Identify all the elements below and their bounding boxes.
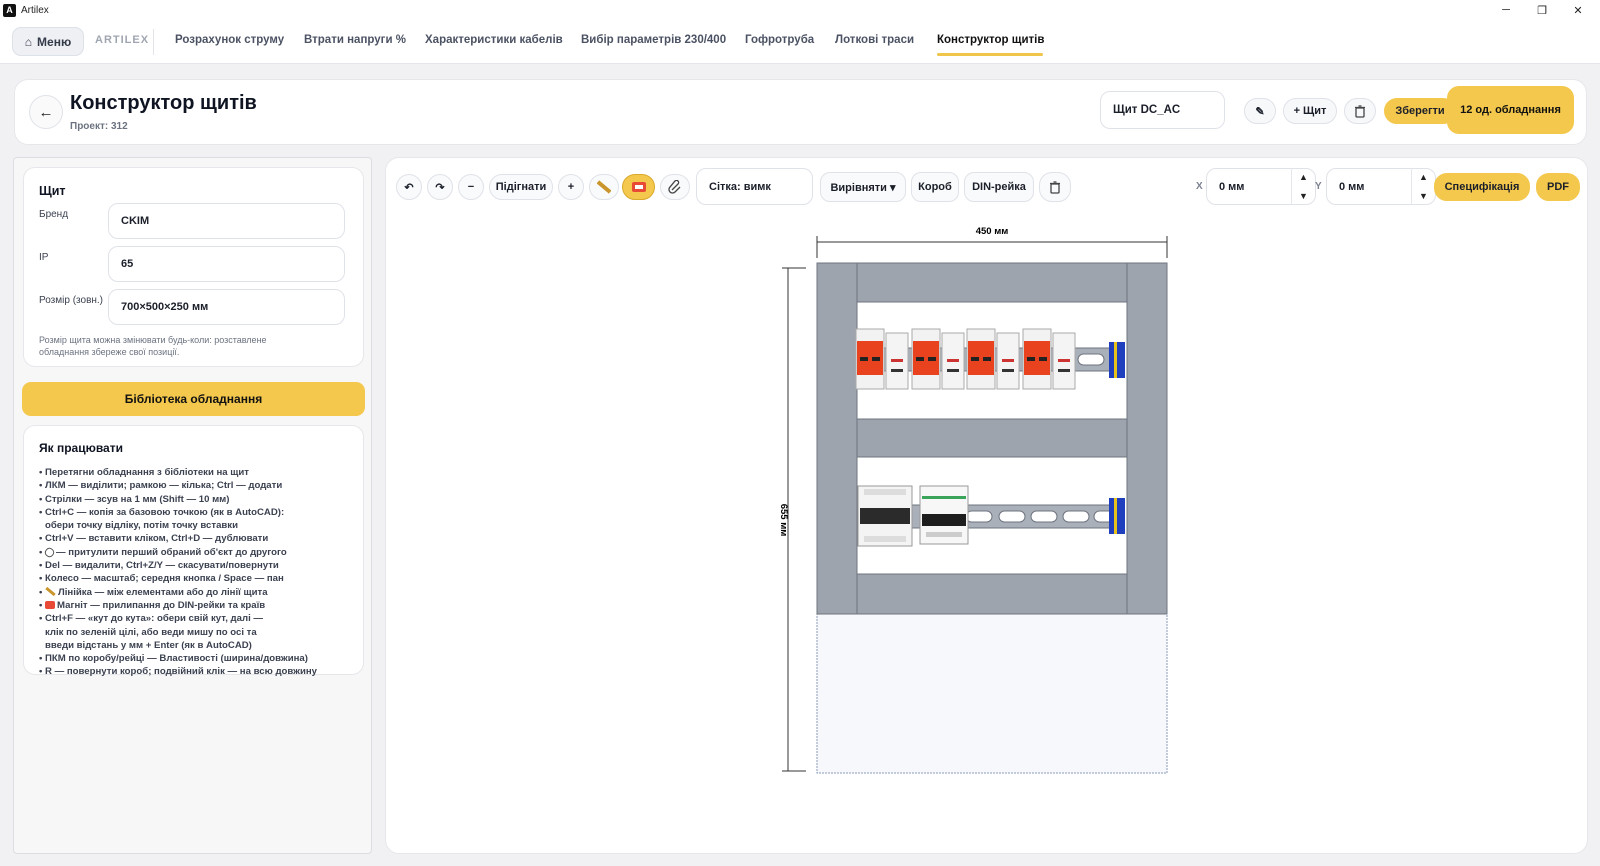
menu-button[interactable]: ⌂ Меню xyxy=(12,27,84,56)
size-hint-line: Розмір щита можна змінювати будь-коли: р… xyxy=(39,335,267,345)
spd-group-2[interactable] xyxy=(911,328,965,390)
equipment-library-button[interactable]: Бібліотека обладнання xyxy=(22,382,365,416)
panel-properties-card: Щит Бренд CKIM IP 65 Розмір (зовн.) 700×… xyxy=(23,167,364,367)
tab-panel-builder[interactable]: Конструктор щитів xyxy=(937,34,1044,46)
width-dimension-label: 450 мм xyxy=(976,226,1009,237)
tab-cable-characteristics[interactable]: Характеристики кабелів xyxy=(425,34,563,46)
help-line-text: Лінійка — між елементами або до лінії щи… xyxy=(58,586,268,598)
duct-left[interactable] xyxy=(816,262,858,615)
tab-voltage-drop[interactable]: Втрати напруги % xyxy=(304,34,406,46)
size-field[interactable]: 700×500×250 мм xyxy=(108,289,345,325)
back-button[interactable]: ← xyxy=(29,95,63,129)
help-line-text: — притулити перший обраний об'єкт до дру… xyxy=(56,546,287,558)
panel-name-field[interactable]: Щит DC_AC xyxy=(1100,91,1225,129)
help-line: • ПКМ по коробу/рейці — Властивості (шир… xyxy=(39,653,308,665)
save-button[interactable]: Зберегти xyxy=(1384,98,1456,124)
spd-group-4[interactable] xyxy=(1022,328,1076,390)
page-title: Конструктор щитів xyxy=(70,92,257,114)
help-line: • Ctrl+F — «кут до кута»: обери свій кут… xyxy=(39,613,264,625)
help-line-attach: • — притулити перший обраний об'єкт до д… xyxy=(39,545,287,559)
page-header: ← Конструктор щитів Проект: 312 Щит DC_A… xyxy=(14,79,1587,145)
panel-drawing[interactable]: 450 мм 655 мм xyxy=(386,158,1589,855)
active-tab-indicator xyxy=(937,53,1043,56)
tab-current-calculation[interactable]: Розрахунок струму xyxy=(175,34,284,46)
delete-panel-button[interactable] xyxy=(1344,98,1376,124)
spd-group-1[interactable] xyxy=(855,328,909,390)
size-hint: Розмір щита можна змінювати будь-коли: р… xyxy=(39,334,339,358)
help-line: • R — повернути короб; подвійний клік — … xyxy=(39,666,317,678)
mcb-4p[interactable] xyxy=(919,485,969,545)
help-line: • Перетягни обладнання з бібліотеки на щ… xyxy=(39,467,250,478)
menu-label: Меню xyxy=(37,34,72,49)
help-line: • Ctrl+C — копія за базовою точкою (як в… xyxy=(39,506,285,518)
panel-card-title: Щит xyxy=(39,184,66,198)
brand-field[interactable]: CKIM xyxy=(108,203,345,239)
tab-parameters-230-400[interactable]: Вибір параметрів 230/400 xyxy=(581,34,726,46)
brand-label: Бренд xyxy=(39,209,69,220)
height-dimension-label: 655 мм xyxy=(778,504,789,537)
duct-bottom[interactable] xyxy=(856,573,1128,615)
duct-right[interactable] xyxy=(1126,262,1168,615)
nav-divider xyxy=(153,29,154,55)
help-line: • Стрілки — зсув на 1 мм (Shift — 10 мм) xyxy=(39,493,230,505)
help-line: • Del — видалити, Ctrl+Z/Y — скасувати/п… xyxy=(39,560,279,572)
spd-group-3[interactable] xyxy=(966,328,1020,390)
equipment-count-button[interactable]: 12 од. обладнання xyxy=(1447,86,1574,134)
width-dimension xyxy=(816,236,1168,258)
attach-icon xyxy=(43,545,56,559)
help-line-text: Магніт — прилипання до DIN-рейки та краї… xyxy=(57,599,266,611)
help-list: • Перетягни обладнання з бібліотеки на щ… xyxy=(39,466,359,679)
panel-workspace[interactable]: ↶ ↷ − Підігнати + Сітка: вимк Вирівняти … xyxy=(385,157,1588,854)
help-card: Як працювати • Перетягни обладнання з бі… xyxy=(23,425,364,677)
help-line-magnet: • Магніт — прилипання до DIN-рейки та кр… xyxy=(39,599,266,611)
app-logo-icon: A xyxy=(3,3,16,17)
duct-top[interactable] xyxy=(856,262,1128,303)
minimize-button[interactable]: ─ xyxy=(1489,0,1523,20)
ruler-icon xyxy=(45,586,56,596)
help-line: клік по зеленій цілі, або веди мишу по о… xyxy=(45,626,257,638)
help-line: • Ctrl+V — вставити кліком, Ctrl+D — дуб… xyxy=(39,533,269,545)
ip-label: IP xyxy=(39,252,49,263)
size-label: Розмір (зовн.) xyxy=(39,295,104,306)
ip-field[interactable]: 65 xyxy=(108,246,345,282)
rcbo-4p[interactable] xyxy=(857,485,913,547)
left-sidebar: Щит Бренд CKIM IP 65 Розмір (зовн.) 700×… xyxy=(13,157,372,854)
add-panel-button[interactable]: + Щит xyxy=(1283,98,1337,124)
tab-tray-routes[interactable]: Лоткові траси xyxy=(835,34,914,46)
duct-middle[interactable] xyxy=(856,418,1128,458)
help-line: • ЛКМ — виділити; рамкою — кілька; Ctrl … xyxy=(39,480,283,492)
help-line: обери точку відліку, потім точку вставки xyxy=(45,520,239,532)
help-line: введи відстань у мм + Enter (як в AutoCA… xyxy=(45,639,252,651)
end-clamp-stripe xyxy=(1114,342,1117,378)
trash-icon xyxy=(1355,104,1365,118)
pencil-icon: ✎ xyxy=(1255,105,1265,118)
rail-slot xyxy=(1077,353,1105,366)
top-navigation: ⌂ Меню ARTILEX Розрахунок струму Втрати … xyxy=(0,20,1600,64)
help-line-ruler: • Лінійка — між елементами або до лінії … xyxy=(39,586,268,598)
home-icon: ⌂ xyxy=(24,34,33,49)
help-line: • Колесо — масштаб; середня кнопка / Spa… xyxy=(39,573,284,585)
app-title: Artilex xyxy=(21,4,49,16)
magnet-icon xyxy=(45,601,56,610)
maximize-button[interactable]: ❐ xyxy=(1525,0,1559,20)
brand-label: ARTILEX xyxy=(95,34,150,46)
end-clamp-stripe xyxy=(1114,498,1117,534)
help-title: Як працювати xyxy=(39,441,123,455)
close-window-button[interactable]: ✕ xyxy=(1561,0,1595,20)
tab-corrugated-pipe[interactable]: Гофротруба xyxy=(745,34,814,46)
project-label: Проект: 312 xyxy=(70,121,128,132)
size-hint-line: обладнання збереже свої позиції. xyxy=(39,347,180,357)
title-bar: A Artilex ─ ❐ ✕ xyxy=(0,0,1600,20)
rename-panel-button[interactable]: ✎ xyxy=(1244,98,1276,124)
